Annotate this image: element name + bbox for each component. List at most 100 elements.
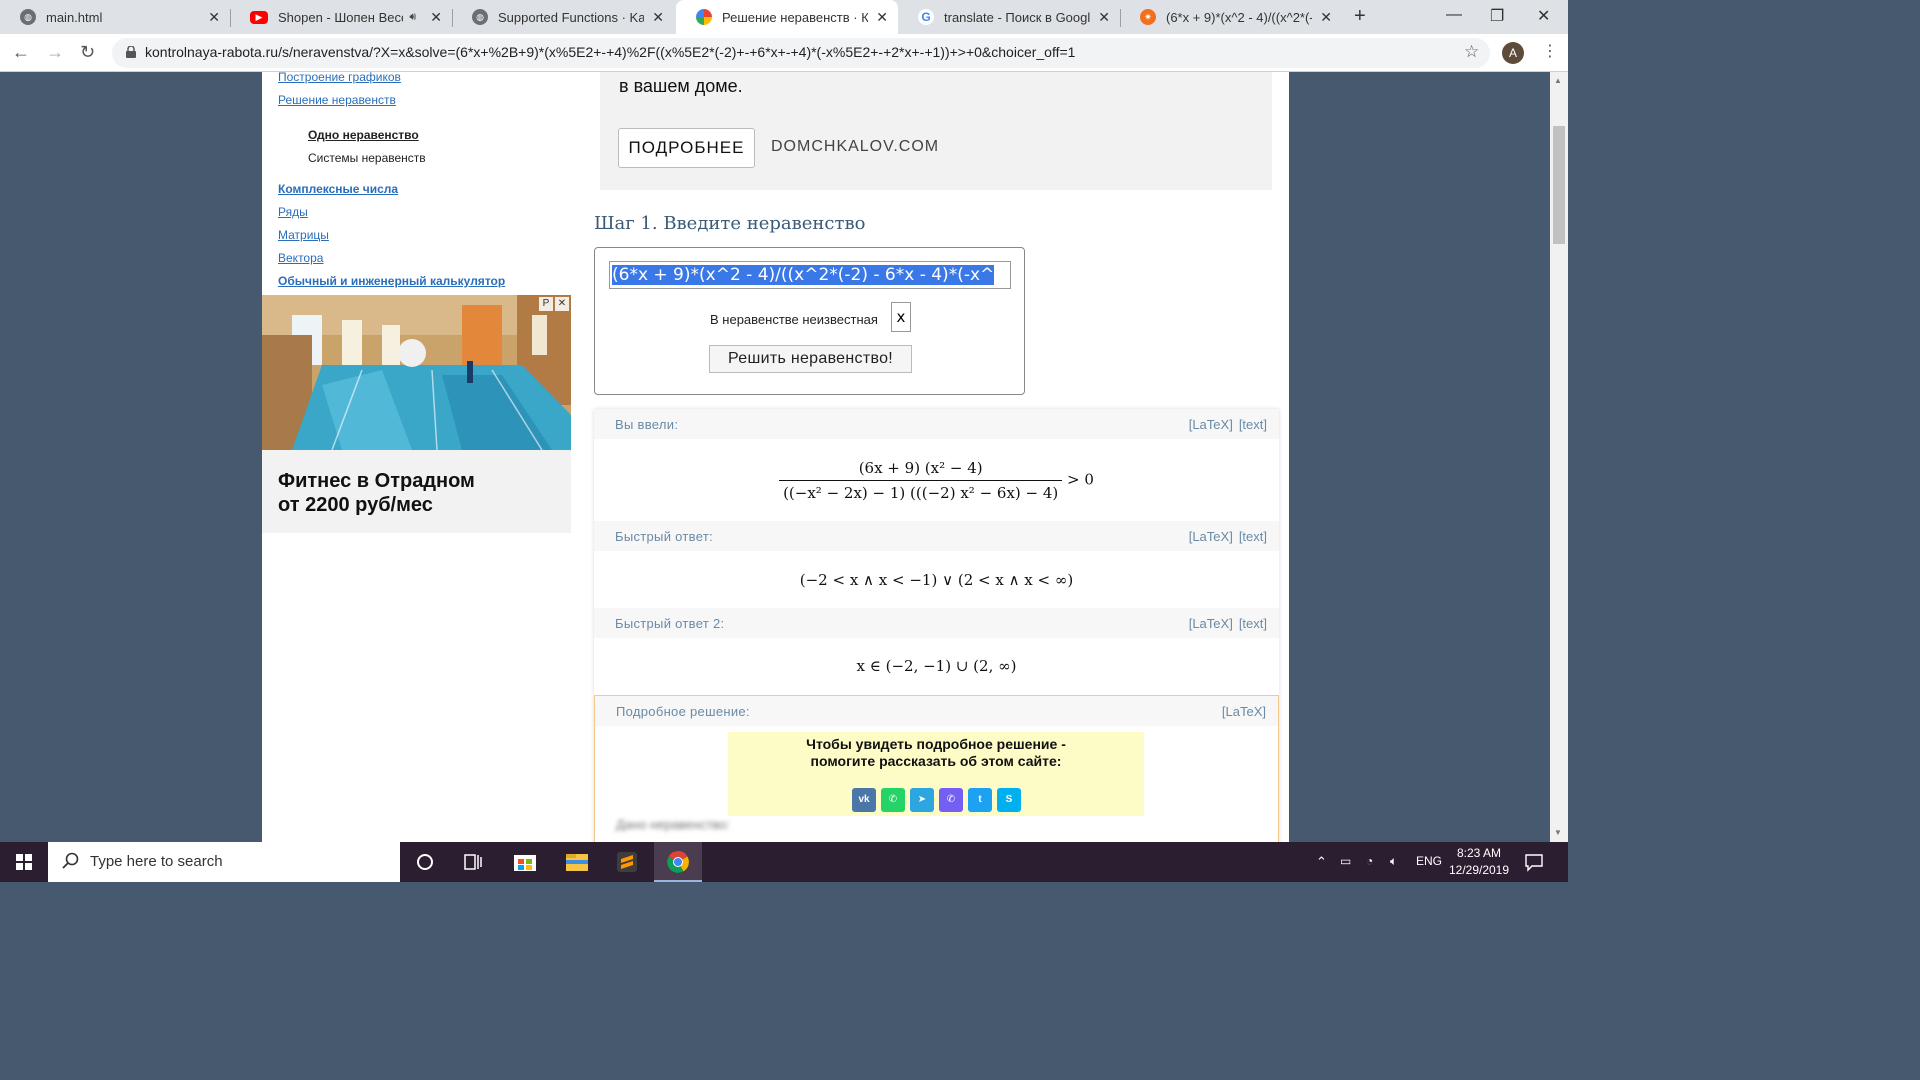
entered-header: Вы ввели: [LaTeX] [text] bbox=[594, 409, 1279, 439]
new-tab-button[interactable]: + bbox=[1354, 5, 1366, 28]
profile-avatar[interactable]: A bbox=[1502, 42, 1524, 64]
latex-link[interactable]: [LaTeX] bbox=[1222, 704, 1266, 719]
sidebar-ad[interactable]: Р ✕ Фитнес в Отрадном от 2200 руб/мес bbox=[262, 295, 571, 533]
text-link[interactable]: [text] bbox=[1239, 417, 1267, 432]
entered-label: Вы ввели: bbox=[615, 417, 679, 432]
sidebar-sub-one-inequality[interactable]: Одно неравенство bbox=[308, 128, 419, 142]
search-icon bbox=[62, 852, 79, 869]
fraction: (6x + 9) (x² − 4) ((−x² − 2x) − 1) (((−2… bbox=[779, 459, 1063, 502]
scroll-down-icon[interactable]: ▼ bbox=[1554, 828, 1562, 837]
vk-icon[interactable]: vk bbox=[852, 788, 876, 812]
chrome-icon[interactable] bbox=[654, 842, 702, 882]
tab-title: translate - Поиск в Google bbox=[944, 9, 1091, 25]
sidebar-link-vectors[interactable]: Вектора bbox=[278, 251, 323, 265]
minimize-button[interactable]: — bbox=[1446, 6, 1462, 24]
ad-domain[interactable]: DOMCHKALOV.COM bbox=[771, 138, 939, 156]
taskbar-search[interactable]: Type here to search bbox=[48, 842, 400, 882]
browser-menu-icon[interactable]: ⋮ bbox=[1542, 41, 1558, 61]
share-line-1: Чтобы увидеть подробное решение - bbox=[806, 736, 1066, 752]
fraction-numerator: (6x + 9) (x² − 4) bbox=[779, 459, 1063, 481]
forward-arrow-icon[interactable]: → bbox=[46, 42, 64, 63]
close-tab-icon[interactable]: ✕ bbox=[1320, 9, 1332, 26]
quick-answer-2-label: Быстрый ответ 2: bbox=[615, 616, 725, 631]
web-page: Построение графиков Решение неравенств О… bbox=[262, 72, 1289, 842]
skype-icon[interactable]: S bbox=[997, 788, 1021, 812]
sidebar-link-matrices[interactable]: Матрицы bbox=[278, 228, 329, 242]
close-tab-icon[interactable]: ✕ bbox=[430, 9, 442, 26]
scroll-up-icon[interactable]: ▲ bbox=[1554, 76, 1562, 85]
volume-icon[interactable]: 🔈︎ bbox=[1390, 854, 1397, 869]
sidebar-link-calculator[interactable]: Обычный и инженерный калькулятор bbox=[278, 274, 505, 288]
sidebar-link-complex[interactable]: Комплексные числа bbox=[278, 182, 398, 196]
sidebar-link-graphs[interactable]: Построение графиков bbox=[278, 72, 401, 84]
solve-button[interactable]: Решить неравенство! bbox=[709, 345, 912, 373]
close-window-button[interactable]: ✕ bbox=[1537, 6, 1550, 26]
tab-main-html[interactable]: ◍ main.html ✕ bbox=[0, 0, 230, 34]
url-text[interactable]: kontrolnaya-rabota.ru/s/neravenstva/?X=x… bbox=[145, 44, 1075, 60]
close-tab-icon[interactable]: ✕ bbox=[652, 9, 664, 26]
close-tab-icon[interactable]: ✕ bbox=[208, 9, 220, 26]
quick-answer: (−2 < x ∧ x < −1) ∨ (2 < x ∧ x < ∞) bbox=[799, 571, 1074, 589]
store-icon[interactable] bbox=[502, 842, 548, 882]
tab-wolfram[interactable]: ✷ (6*x + 9)*(x^2 - 4)/((x^2*(-2) ✕ bbox=[1120, 0, 1342, 34]
tab-google-translate[interactable]: G translate - Поиск в Google ✕ bbox=[898, 0, 1120, 34]
site-logo-icon bbox=[696, 9, 712, 25]
quick-answer-header: Быстрый ответ: [LaTeX] [text] bbox=[594, 521, 1279, 551]
inequality-form: (6*x + 9)*(x^2 - 4)/((x^2*(-2) - 6*x - 4… bbox=[594, 247, 1025, 395]
tab-title: main.html bbox=[46, 9, 103, 25]
latex-link[interactable]: [LaTeX] bbox=[1189, 616, 1233, 631]
tab-shopen[interactable]: ▶ Shopen - Шопен Весенн 🔊︎ ✕ bbox=[230, 0, 452, 34]
tab-active-inequalities[interactable]: Решение неравенств · Калы ✕ bbox=[676, 0, 898, 34]
ad-info-icon[interactable]: Р bbox=[539, 297, 553, 311]
telegram-icon[interactable]: ➤ bbox=[910, 788, 934, 812]
top-ad: в вашем доме. ПОДРОБНЕЕ DOMCHKALOV.COM bbox=[600, 72, 1272, 190]
wifi-icon[interactable]: ◔ bbox=[1366, 854, 1373, 868]
restore-button[interactable]: ❐ bbox=[1490, 6, 1504, 26]
omnibox[interactable]: kontrolnaya-rabota.ru/s/neravenstva/?X=x… bbox=[112, 38, 1490, 68]
scrollbar-thumb[interactable] bbox=[1553, 126, 1565, 244]
quick-answer-2: x ∈ (−2, −1) ∪ (2, ∞) bbox=[856, 657, 1017, 675]
ad-text[interactable]: Фитнес в Отрадном от 2200 руб/мес bbox=[278, 469, 475, 517]
task-view-icon[interactable] bbox=[450, 842, 496, 882]
clock-time: 8:23 AM bbox=[1456, 846, 1502, 860]
sidebar-sub-systems[interactable]: Системы неравенств bbox=[308, 151, 426, 165]
bookmark-star-icon[interactable]: ☆ bbox=[1464, 42, 1479, 62]
clock[interactable]: 8:23 AM 12/29/2019 bbox=[1446, 845, 1512, 879]
back-arrow-icon[interactable]: ← bbox=[12, 42, 30, 63]
sidebar-link-inequalities[interactable]: Решение неравенств bbox=[278, 93, 396, 107]
speaker-icon[interactable]: 🔊︎ bbox=[409, 11, 416, 24]
text-link[interactable]: [text] bbox=[1239, 529, 1267, 544]
latex-link[interactable]: [LaTeX] bbox=[1189, 529, 1233, 544]
battery-icon[interactable]: ▭ bbox=[1340, 854, 1351, 868]
close-tab-icon[interactable]: ✕ bbox=[876, 9, 888, 26]
tab-title: (6*x + 9)*(x^2 - 4)/((x^2*(-2) bbox=[1166, 9, 1313, 25]
sublime-text-icon[interactable] bbox=[604, 842, 650, 882]
reload-icon[interactable]: ↻ bbox=[80, 42, 95, 63]
latex-link[interactable]: [LaTeX] bbox=[1189, 417, 1233, 432]
language-indicator[interactable]: ENG bbox=[1416, 854, 1442, 868]
twitter-icon[interactable]: t bbox=[968, 788, 992, 812]
close-tab-icon[interactable]: ✕ bbox=[1098, 9, 1110, 26]
ad-more-button[interactable]: ПОДРОБНЕЕ bbox=[618, 128, 755, 168]
variable-input[interactable]: x bbox=[891, 302, 911, 332]
tab-title: Shopen - Шопен Весенн bbox=[278, 9, 403, 25]
windows-start-icon[interactable] bbox=[16, 854, 32, 870]
text-link[interactable]: [text] bbox=[1239, 616, 1267, 631]
cortana-icon[interactable] bbox=[402, 842, 448, 882]
whatsapp-icon[interactable]: ✆ bbox=[881, 788, 905, 812]
format-links: [LaTeX] [text] bbox=[1183, 529, 1267, 544]
page-scrollbar[interactable]: ▲ ▼ bbox=[1550, 72, 1568, 842]
globe-icon: ◍ bbox=[20, 9, 36, 25]
detailed-header: Подробное решение: [LaTeX] bbox=[595, 696, 1278, 726]
sidebar-link-series[interactable]: Ряды bbox=[278, 205, 308, 219]
viber-icon[interactable]: ✆ bbox=[939, 788, 963, 812]
notifications-icon[interactable] bbox=[1524, 852, 1544, 872]
inequality-input[interactable]: (6*x + 9)*(x^2 - 4)/((x^2*(-2) - 6*x - 4… bbox=[609, 261, 1011, 289]
ad-close-icon[interactable]: ✕ bbox=[555, 297, 569, 311]
variable-label: В неравенстве неизвестная bbox=[710, 312, 878, 327]
file-explorer-icon[interactable] bbox=[554, 842, 600, 882]
format-links: [LaTeX] bbox=[1216, 704, 1266, 719]
pool-ad-image bbox=[262, 295, 571, 450]
tray-overflow-icon[interactable]: ⌃ bbox=[1316, 854, 1327, 870]
tab-katex[interactable]: ◍ Supported Functions · KaTeX ✕ bbox=[452, 0, 674, 34]
